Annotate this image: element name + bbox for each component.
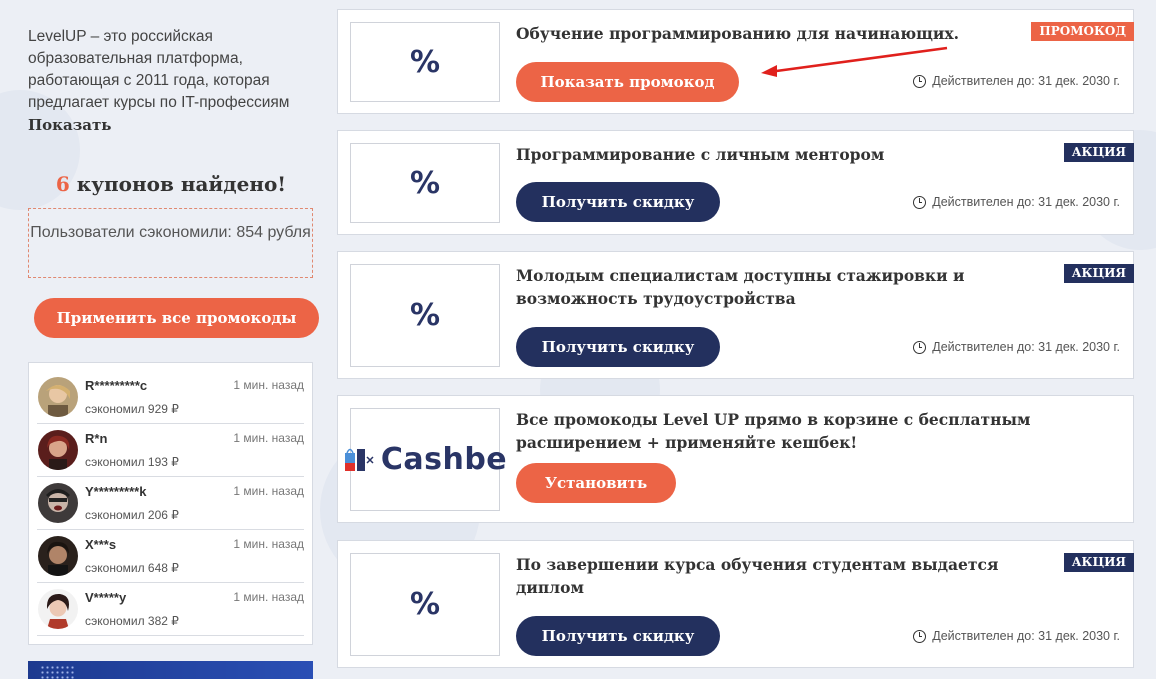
coupon-logo: % xyxy=(350,22,500,102)
coupon-title: Молодым специалистам доступны стажировки… xyxy=(516,266,965,308)
validity: Действителен до: 31 дек. 2030 г. xyxy=(913,340,1120,354)
user-time: 1 мин. назад xyxy=(233,484,304,498)
user-time: 1 мин. назад xyxy=(233,537,304,551)
clock-icon xyxy=(913,629,927,643)
get-discount-button[interactable]: Получить скидку xyxy=(516,182,720,222)
users-saved-text: Пользователи сэкономили: 854 рубля xyxy=(30,224,311,241)
user-saved: сэкономил 929 ₽ xyxy=(85,402,179,416)
action-tag: АКЦИЯ xyxy=(1063,143,1134,162)
user-saved: сэкономил 193 ₽ xyxy=(85,455,179,469)
user-name: Y*********k xyxy=(85,484,147,499)
user-saved: сэкономил 648 ₽ xyxy=(85,561,179,575)
banner-dots-decoration xyxy=(40,665,74,679)
coupons-found-heading: 6 купонов найдено! xyxy=(28,172,314,196)
coupon-card: % По завершении курса обучения студентам… xyxy=(337,540,1134,668)
coupon-title: Все промокоды Level UP прямо в корзине с… xyxy=(516,410,1031,452)
clock-icon xyxy=(913,340,927,354)
coupon-logo: % xyxy=(350,553,500,656)
validity-text: Действителен до: 31 дек. 2030 г. xyxy=(932,74,1120,88)
coupon-card: % Обучение программированию для начинающ… xyxy=(337,9,1134,114)
get-discount-button[interactable]: Получить скидку xyxy=(516,616,720,656)
avatar xyxy=(38,589,78,629)
coupon-title: По завершении курса обучения студентам в… xyxy=(516,555,999,597)
user-saved: сэкономил 206 ₽ xyxy=(85,508,179,522)
promocode-tag: ПРОМОКОД xyxy=(1031,22,1134,41)
validity: Действителен до: 31 дек. 2030 г. xyxy=(913,195,1120,209)
validity: Действителен до: 31 дек. 2030 г. xyxy=(913,629,1120,643)
show-more-link[interactable]: Показать xyxy=(28,116,112,134)
coupons-found-label: купонов найдено! xyxy=(69,172,287,196)
avatar xyxy=(38,377,78,417)
coupon-title: Обучение программированию для начинающих… xyxy=(516,24,960,43)
avatar xyxy=(38,536,78,576)
coupon-card: Cashbe Все промокоды Level UP прямо в ко… xyxy=(337,395,1134,523)
coupon-card: % Молодым специалистам доступны стажиров… xyxy=(337,251,1134,379)
cashbe-bag-icon xyxy=(344,448,374,471)
user-name: X***s xyxy=(85,537,117,552)
clock-icon xyxy=(913,195,927,209)
avatar xyxy=(38,430,78,470)
coupon-title: Программирование с личным ментором xyxy=(516,145,885,164)
show-promocode-button[interactable]: Показать промокод xyxy=(516,62,739,102)
user-name: R*********c xyxy=(85,378,148,393)
avatar xyxy=(38,483,78,523)
coupon-logo: % xyxy=(350,264,500,367)
user-name: R*n xyxy=(85,431,108,446)
action-tag: АКЦИЯ xyxy=(1063,264,1134,283)
coupon-card: % Программирование с личным ментором АКЦ… xyxy=(337,130,1134,235)
apply-all-promocodes-button[interactable]: Применить все промокоды xyxy=(34,298,319,338)
install-button[interactable]: Установить xyxy=(516,463,676,503)
user-time: 1 мин. назад xyxy=(233,378,304,392)
user-saved: сэкономил 382 ₽ xyxy=(85,614,179,628)
get-discount-button[interactable]: Получить скидку xyxy=(516,327,720,367)
store-description: LevelUP – это российская образовательная… xyxy=(28,28,290,110)
users-saved-box: Пользователи сэкономили: 854 рубля xyxy=(28,208,313,278)
cashbe-logo-text: Cashbe xyxy=(380,442,508,477)
validity-text: Действителен до: 31 дек. 2030 г. xyxy=(932,629,1120,643)
user-name: V*****y xyxy=(85,590,127,605)
user-time: 1 мин. назад xyxy=(233,590,304,604)
red-arrow-annotation xyxy=(761,46,948,77)
user-row: X***s 1 мин. назад сэкономил 648 ₽ xyxy=(37,530,304,583)
recent-users-list: R*********c 1 мин. назад сэкономил 929 ₽… xyxy=(28,362,313,645)
coupons-found-count: 6 xyxy=(55,172,70,196)
action-tag: АКЦИЯ xyxy=(1063,553,1134,572)
validity-text: Действителен до: 31 дек. 2030 г. xyxy=(932,340,1120,354)
user-row: R*n 1 мин. назад сэкономил 193 ₽ xyxy=(37,424,304,477)
validity-text: Действителен до: 31 дек. 2030 г. xyxy=(932,195,1120,209)
coupon-logo: % xyxy=(350,143,500,223)
user-time: 1 мин. назад xyxy=(233,431,304,445)
promo-banner[interactable] xyxy=(28,661,313,679)
user-row: Y*********k 1 мин. назад сэкономил 206 ₽ xyxy=(37,477,304,530)
user-row: R*********c 1 мин. назад сэкономил 929 ₽ xyxy=(37,371,304,424)
user-row: V*****y 1 мин. назад сэкономил 382 ₽ xyxy=(37,583,304,636)
cashbe-logo: Cashbe xyxy=(344,408,507,511)
